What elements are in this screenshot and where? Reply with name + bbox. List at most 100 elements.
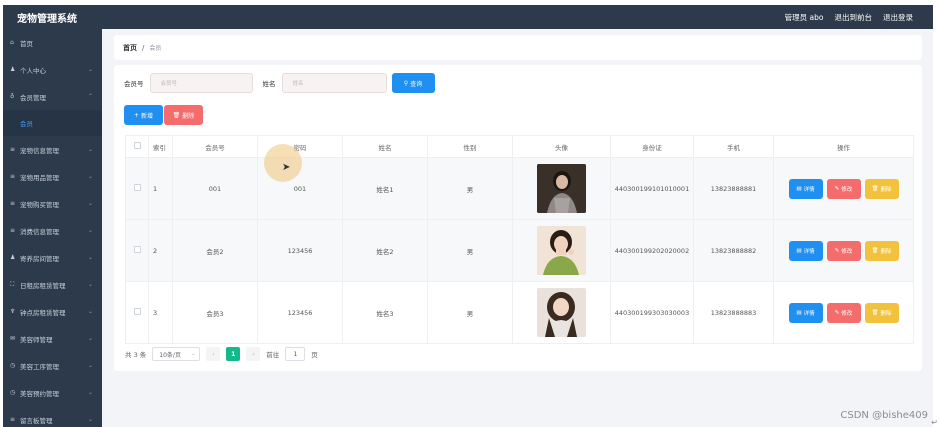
- sidebar-item-label: 美容工序管理: [20, 362, 59, 371]
- cell-password: 123456: [257, 281, 343, 344]
- add-button[interactable]: + 新增: [124, 105, 163, 125]
- plus-icon: +: [133, 111, 139, 119]
- column-header: 会员号: [172, 135, 258, 158]
- breadcrumb-home[interactable]: 首页: [123, 43, 137, 53]
- detail-button[interactable]: ▤ 详情: [788, 178, 823, 199]
- clock-icon: ◷: [10, 389, 16, 396]
- sidebar-item-pet-info[interactable]: ≡ 宠物信息管理 ⌄: [3, 136, 102, 163]
- cell-index: 1: [148, 157, 173, 220]
- sidebar-item-label: 留言板管理: [20, 416, 53, 425]
- sidebar-item-home[interactable]: ⌂ 首页: [3, 29, 102, 56]
- sidebar-item-label: 日租房租赁管理: [20, 281, 66, 290]
- cell-phone: 13823888881: [693, 157, 774, 220]
- cell-operations: ▤ 详情 ✎ 修改 🗑 删除: [773, 281, 914, 344]
- home-icon: ⌂: [10, 39, 14, 46]
- edit-button[interactable]: ✎ 修改: [826, 302, 861, 323]
- sidebar-item-members[interactable]: ♁ 会员管理 ⌃: [3, 83, 102, 110]
- select-all-checkbox[interactable]: [125, 135, 149, 158]
- member-list-card: 会员号 会员号 姓名 姓名 ⚲ 查询 + 新增 🗑 删除 索引 会员号 密码 姓…: [114, 65, 922, 371]
- page-size-select[interactable]: 10条/页 ⌄: [152, 347, 201, 361]
- chevron-down-icon: ⌄: [87, 200, 93, 207]
- member-table: 索引 会员号 密码 姓名 性别 头像 身份证 手机 操作 1 001 001 姓…: [125, 135, 914, 344]
- delete-label: 删除: [880, 248, 892, 255]
- delete-label: 删除: [880, 186, 892, 193]
- sidebar-item-pet-supplies[interactable]: ≡ 宠物用品管理 ⌄: [3, 163, 102, 190]
- batch-delete-button[interactable]: 🗑 删除: [164, 105, 203, 125]
- delete-button[interactable]: 🗑 删除: [864, 302, 899, 323]
- edit-button[interactable]: ✎ 修改: [826, 178, 861, 199]
- page-suffix: 页: [311, 351, 318, 359]
- sidebar-item-daily-rental[interactable]: ⛶ 日租房租赁管理 ⌄: [3, 271, 102, 298]
- name-input[interactable]: 姓名: [281, 73, 387, 93]
- sidebar-item-message-board[interactable]: ≡ 留言板管理 ⌄: [3, 406, 102, 427]
- sidebar-item-hourly-rental[interactable]: ♆ 钟点房租赁管理 ⌄: [3, 298, 102, 325]
- menu-icon: ≡: [10, 200, 16, 207]
- menu-icon: ≡: [10, 227, 16, 234]
- cell-avatar: [512, 219, 611, 282]
- page-number-current[interactable]: 1: [226, 347, 241, 361]
- next-page-button[interactable]: ›: [246, 347, 261, 361]
- sidebar-item-grooming-steps[interactable]: ◷ 美容工序管理 ⌄: [3, 352, 102, 379]
- cell-member-no: 会员3: [172, 281, 258, 344]
- trash-icon: 🗑: [871, 185, 879, 192]
- delete-button[interactable]: 🗑 删除: [864, 178, 899, 199]
- member-no-label: 会员号: [124, 80, 144, 88]
- chevron-down-icon: ⌄: [87, 308, 93, 315]
- query-button[interactable]: ⚲ 查询: [391, 73, 435, 93]
- name-label: 姓名: [262, 80, 276, 88]
- member-no-input[interactable]: 会员号: [149, 73, 253, 93]
- logout-link[interactable]: 退出登录: [883, 12, 913, 23]
- menu-icon: ≡: [10, 146, 16, 153]
- column-header: 性别: [427, 135, 513, 158]
- action-bar: + 新增 🗑 删除: [124, 105, 203, 125]
- row-checkbox[interactable]: [125, 219, 149, 282]
- sidebar-item-consumption[interactable]: ≡ 消费信息管理 ⌄: [3, 217, 102, 244]
- cell-id-card: 440300199303030003: [610, 281, 694, 344]
- page-size-value: 10条/页: [159, 351, 181, 359]
- column-header: 操作: [773, 135, 914, 158]
- sidebar-item-label: 宠物信息管理: [20, 146, 59, 155]
- back-to-front-link[interactable]: 退出到前台: [835, 12, 873, 23]
- detail-button[interactable]: ▤ 详情: [788, 240, 823, 261]
- sidebar-item-profile[interactable]: ♟ 个人中心 ⌄: [3, 56, 102, 83]
- pagination: 共 3 条 10条/页 ⌄ ‹ 1 › 前往 1 页: [125, 347, 318, 361]
- sidebar-item-grooming-booking[interactable]: ◷ 美容预约管理 ⌄: [3, 379, 102, 406]
- cell-gender: 男: [427, 219, 513, 282]
- chevron-down-icon: ⌄: [87, 227, 93, 234]
- top-bar: 宠物管理系统 管理员 abo 退出到前台 退出登录: [3, 5, 933, 29]
- mouse-pointer-icon: ➤: [282, 162, 291, 173]
- chevron-down-icon: ⌄: [87, 335, 93, 342]
- detail-label: 详情: [803, 248, 815, 255]
- cell-operations: ▤ 详情 ✎ 修改 🗑 删除: [773, 219, 914, 282]
- sidebar-item-label: 美容预约管理: [20, 389, 59, 398]
- query-button-label: 查询: [410, 80, 423, 88]
- sidebar-item-boarding-rooms[interactable]: ♟ 寄养房间管理 ⌄: [3, 244, 102, 271]
- goto-page-input[interactable]: 1: [285, 347, 306, 361]
- prev-page-button[interactable]: ‹: [206, 347, 221, 361]
- sidebar-item-label: 宠物用品管理: [20, 173, 59, 182]
- sidebar: ⌂ 首页 ♟ 个人中心 ⌄ ♁ 会员管理 ⌃ 会员 ≡ 宠物信息管理 ⌄ ≡ 宠…: [3, 29, 102, 427]
- cell-password: 123456: [257, 219, 343, 282]
- table-header-row: 索引 会员号 密码 姓名 性别 头像 身份证 手机 操作: [125, 135, 914, 158]
- column-header: 身份证: [610, 135, 694, 158]
- search-icon: ⚲: [403, 79, 409, 87]
- delete-button-label: 删除: [182, 112, 195, 120]
- table-row: 2 会员2 123456 姓名2 男 440300199202020002 13…: [125, 219, 914, 282]
- detail-button[interactable]: ▤ 详情: [788, 302, 823, 323]
- table-row: 3 会员3 123456 姓名3 男 440300199303030003 13…: [125, 281, 914, 344]
- edit-button[interactable]: ✎ 修改: [826, 240, 861, 261]
- detail-icon: ▤: [796, 309, 802, 316]
- sidebar-item-groomers[interactable]: ✉ 美容师管理 ⌄: [3, 325, 102, 352]
- sidebar-item-pet-purchase[interactable]: ≡ 宠物购买管理 ⌄: [3, 190, 102, 217]
- user-icon: ♟: [10, 254, 16, 261]
- delete-button[interactable]: 🗑 删除: [864, 240, 899, 261]
- column-header: 手机: [693, 135, 774, 158]
- row-checkbox[interactable]: [125, 157, 149, 220]
- trash-icon: 🗑: [871, 247, 879, 254]
- cell-phone: 13823888883: [693, 281, 774, 344]
- detail-icon: ▤: [796, 185, 802, 192]
- mail-icon: ✉: [10, 335, 16, 342]
- cell-member-no: 001: [172, 157, 258, 220]
- row-checkbox[interactable]: [125, 281, 149, 344]
- sidebar-subitem-member[interactable]: 会员: [3, 110, 102, 136]
